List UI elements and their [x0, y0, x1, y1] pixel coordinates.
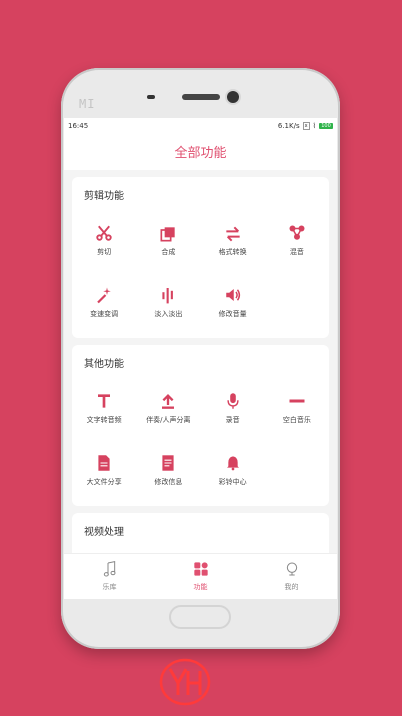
- function-label: 格式转换: [218, 248, 247, 256]
- function-label: 修改信息: [154, 478, 183, 486]
- function-label: 文字转音频: [86, 416, 122, 424]
- earpiece-speaker: [182, 94, 220, 100]
- music-note-icon: [103, 561, 117, 579]
- function-label: 混音: [289, 248, 304, 256]
- function-label: 剪切: [97, 248, 112, 256]
- section-title: 视频处理: [84, 527, 124, 538]
- other-grid: 文字转音频 伴奏/人声分离 录音 空白音乐 大文件分享 修改信息 彩铃中心: [72, 378, 329, 502]
- section-video: 视频处理: [72, 513, 329, 554]
- function-label: 淡入淡出: [154, 310, 183, 318]
- sim-icon: x: [302, 121, 310, 130]
- function-large-file-share[interactable]: 大文件分享: [72, 440, 136, 502]
- sensor-dot: [147, 95, 155, 99]
- app-screen: 16:45 6.1K/s x ⌇ 100 全部功能 剪辑功能 剪切 合成 格式转…: [64, 118, 337, 599]
- function-label: 变速变调: [90, 310, 119, 318]
- grid-icon: [193, 561, 209, 579]
- microphone-icon: [226, 384, 240, 410]
- mix-icon: [288, 216, 306, 242]
- text-icon: [96, 384, 112, 410]
- volume-icon: [224, 278, 242, 304]
- function-label: 录音: [225, 416, 240, 424]
- status-bar: 16:45 6.1K/s x ⌇ 100: [64, 118, 337, 133]
- front-camera: [227, 91, 239, 103]
- function-edit-info[interactable]: 修改信息: [136, 440, 200, 502]
- section-title: 其他功能: [84, 359, 124, 370]
- function-record[interactable]: 录音: [201, 378, 265, 440]
- function-mix[interactable]: 混音: [265, 210, 329, 272]
- brand-logo: MI: [79, 97, 96, 111]
- function-label: 空白音乐: [282, 416, 311, 424]
- section-other: 其他功能 文字转音频 伴奏/人声分离 录音 空白音乐 大文件分享 修改信息 彩铃…: [72, 345, 329, 506]
- tab-label: 我的: [284, 583, 299, 591]
- profile-icon: [284, 561, 300, 579]
- function-list[interactable]: 剪辑功能 剪切 合成 格式转换 混音 变速变调 淡入淡出 修改音量 其他功能 文…: [64, 170, 337, 554]
- function-label: 大文件分享: [86, 478, 122, 486]
- function-volume[interactable]: 修改音量: [201, 272, 265, 334]
- section-editing: 剪辑功能 剪切 合成 格式转换 混音 变速变调 淡入淡出 修改音量: [72, 177, 329, 338]
- file-icon: [97, 446, 111, 472]
- magic-wand-icon: [95, 278, 113, 304]
- function-vocal-separate[interactable]: 伴奏/人声分离: [136, 378, 200, 440]
- status-indicators: 6.1K/s x ⌇ 100: [277, 121, 333, 130]
- status-time: 16:45: [68, 121, 89, 130]
- battery-icon: 100: [319, 122, 333, 129]
- function-label: 伴奏/人声分离: [146, 416, 191, 424]
- phone-top-bezel: MI: [61, 68, 340, 122]
- bell-icon: [225, 446, 241, 472]
- phone-frame: MI 16:45 6.1K/s x ⌇ 100 全部功能 剪辑功能 剪切 合成 …: [61, 68, 340, 649]
- function-text-to-audio[interactable]: 文字转音频: [72, 378, 136, 440]
- page-title: 全部功能: [174, 146, 227, 161]
- editing-grid: 剪切 合成 格式转换 混音 变速变调 淡入淡出 修改音量: [72, 210, 329, 334]
- section-title: 剪辑功能: [84, 191, 124, 202]
- page-header: 全部功能: [64, 133, 337, 170]
- tab-label: 乐库: [102, 583, 117, 591]
- function-speed-pitch[interactable]: 变速变调: [72, 272, 136, 334]
- wifi-icon: ⌇: [312, 121, 316, 130]
- function-label: 合成: [161, 248, 176, 256]
- scissors-icon: [95, 216, 113, 242]
- bottom-tab-bar: 乐库 功能 我的: [64, 553, 337, 599]
- tab-library[interactable]: 乐库: [64, 554, 155, 599]
- fade-icon: [161, 278, 175, 304]
- tab-functions[interactable]: 功能: [155, 554, 246, 599]
- minus-icon: [288, 384, 306, 410]
- tab-label: 功能: [193, 583, 208, 591]
- app-logo: [158, 657, 212, 707]
- function-format-convert[interactable]: 格式转换: [201, 210, 265, 272]
- merge-icon: [160, 216, 176, 242]
- tab-profile[interactable]: 我的: [246, 554, 337, 599]
- upload-icon: [160, 384, 176, 410]
- function-cut[interactable]: 剪切: [72, 210, 136, 272]
- function-fade[interactable]: 淡入淡出: [136, 272, 200, 334]
- document-icon: [161, 446, 175, 472]
- home-button[interactable]: [169, 605, 231, 629]
- network-speed: 6.1K/s: [277, 121, 300, 130]
- function-label: 修改音量: [218, 310, 247, 318]
- function-label: 彩铃中心: [218, 478, 247, 486]
- function-ringtone-center[interactable]: 彩铃中心: [201, 440, 265, 502]
- swap-icon: [224, 216, 242, 242]
- function-merge[interactable]: 合成: [136, 210, 200, 272]
- function-blank-music[interactable]: 空白音乐: [265, 378, 329, 440]
